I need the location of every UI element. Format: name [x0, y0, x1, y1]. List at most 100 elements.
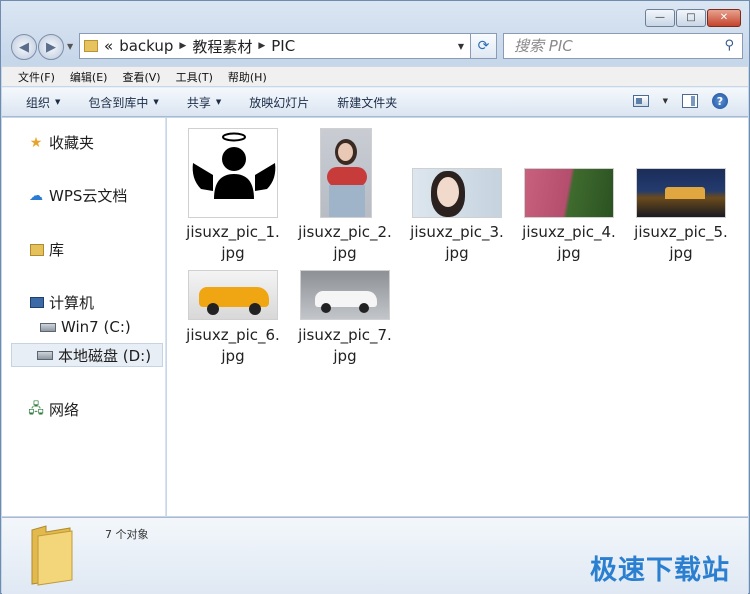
folder-icon [84, 40, 98, 52]
image-thumbnail [412, 168, 502, 218]
network-icon: 🖧 [28, 400, 44, 417]
watermark-logo: 极速下载站 [590, 555, 730, 586]
include-in-library-label: 包含到库中 [88, 95, 149, 110]
refresh-button[interactable]: ⟳ [471, 33, 497, 59]
address-dropdown-icon[interactable]: ▼ [458, 42, 464, 51]
file-ext-line: jpg [221, 244, 245, 262]
file-name: jisuxz_pic_3. jpg [407, 222, 507, 264]
preview-pane-icon[interactable] [682, 94, 698, 108]
nav-libraries[interactable]: 库 [30, 239, 64, 260]
address-bar[interactable]: « backup ▶ 教程素材 ▶ PIC ▼ [79, 33, 471, 59]
nav-favorites-label: 收藏夹 [49, 134, 95, 152]
nav-favorites[interactable]: ★ 收藏夹 [28, 132, 94, 153]
search-input[interactable] [514, 37, 714, 55]
breadcrumb-separator-icon[interactable]: ▶ [179, 41, 186, 51]
search-box: ⚲ [503, 33, 743, 59]
file-list: jisuxz_pic_1. jpg jisuxz_pic_2. jpg jisu… [167, 118, 748, 516]
file-item[interactable]: jisuxz_pic_7. jpg [295, 270, 395, 380]
search-icon[interactable]: ⚲ [724, 38, 734, 53]
breadcrumb-tutorial[interactable]: 教程素材 [192, 36, 252, 57]
file-item[interactable]: jisuxz_pic_6. jpg [183, 270, 283, 380]
menu-help[interactable]: 帮助(H) [228, 69, 267, 85]
photo-wheel [207, 303, 219, 315]
file-ext-line: jpg [333, 244, 357, 262]
cloud-icon: ☁ [29, 187, 43, 204]
photo-castle [665, 187, 705, 199]
change-view-icon[interactable] [632, 95, 649, 107]
nav-network[interactable]: 🖧 网络 [28, 399, 79, 420]
help-icon[interactable]: ? [712, 93, 728, 109]
recent-pages-dropdown[interactable]: ▼ [67, 42, 73, 51]
slideshow-button[interactable]: 放映幻灯片 [249, 94, 309, 111]
computer-icon [30, 297, 44, 308]
nav-drive-d[interactable]: 本地磁盘 (D:) [11, 343, 163, 367]
menu-tools[interactable]: 工具(T) [176, 69, 213, 85]
file-name-line: jisuxz_pic_5. [634, 223, 728, 241]
menu-bar: 文件(F) 编辑(E) 查看(V) 工具(T) 帮助(H) [2, 66, 748, 86]
file-name: jisuxz_pic_4. jpg [519, 222, 619, 264]
new-folder-button[interactable]: 新建文件夹 [337, 94, 397, 111]
file-ext-line: jpg [557, 244, 581, 262]
nav-drive-d-label: 本地磁盘 (D:) [58, 346, 152, 365]
maximize-icon: □ [686, 12, 696, 23]
navigation-pane: ★ 收藏夹 ☁ WPS云文档 库 计算机 Win7 (C:) 本地磁盘 (D:)… [2, 118, 166, 516]
folder-icon [31, 525, 73, 586]
nav-drive-c[interactable]: Win7 (C:) [40, 318, 131, 336]
file-name-line: jisuxz_pic_6. [186, 326, 280, 344]
file-ext-line: jpg [333, 347, 357, 365]
file-name: jisuxz_pic_6. jpg [183, 325, 283, 367]
file-item[interactable]: jisuxz_pic_1. jpg [183, 126, 283, 266]
command-bar: 组织 ▼ 包含到库中 ▼ 共享 ▼ 放映幻灯片 新建文件夹 ▼ ? [2, 87, 748, 117]
breadcrumb-separator-icon[interactable]: ▶ [258, 41, 265, 51]
menu-file[interactable]: 文件(F) [18, 69, 55, 85]
file-name: jisuxz_pic_1. jpg [183, 222, 283, 264]
star-icon: ★ [29, 134, 43, 151]
include-in-library-button[interactable]: 包含到库中 ▼ [88, 94, 158, 111]
image-thumbnail [524, 168, 614, 218]
arrow-right-icon: ▶ [46, 39, 56, 55]
photo-background [329, 185, 365, 217]
file-name-line: jisuxz_pic_2. [298, 223, 392, 241]
file-item[interactable]: jisuxz_pic_5. jpg [631, 126, 731, 266]
share-button[interactable]: 共享 ▼ [187, 94, 221, 111]
nav-computer[interactable]: 计算机 [30, 292, 94, 313]
chevron-down-icon: ▼ [215, 98, 222, 106]
file-name-line: jisuxz_pic_1. [186, 223, 280, 241]
file-item[interactable]: jisuxz_pic_2. jpg [295, 126, 395, 266]
nav-wps-cloud[interactable]: ☁ WPS云文档 [28, 185, 127, 206]
nav-libraries-label: 库 [49, 241, 65, 259]
image-thumbnail [320, 128, 372, 218]
minimize-button[interactable]: — [645, 9, 675, 27]
breadcrumb-overflow[interactable]: « [104, 37, 113, 55]
forward-button[interactable]: ▶ [38, 34, 64, 60]
item-count: 7 个对象 [105, 528, 149, 541]
image-thumbnail [188, 270, 278, 320]
back-button[interactable]: ◀ [11, 34, 37, 60]
breadcrumb-backup[interactable]: backup [119, 37, 173, 55]
chevron-down-icon: ▼ [55, 98, 61, 106]
image-thumbnail [188, 128, 278, 218]
organize-label: 组织 [26, 95, 51, 110]
photo-dress [327, 167, 367, 187]
file-ext-line: jpg [221, 347, 245, 365]
chevron-down-icon: ▼ [153, 98, 159, 106]
breadcrumb-pic[interactable]: PIC [271, 37, 295, 55]
nav-network-label: 网络 [49, 401, 80, 419]
file-name: jisuxz_pic_5. jpg [631, 222, 731, 264]
nav-computer-label: 计算机 [49, 294, 95, 312]
library-icon [30, 243, 44, 256]
file-item[interactable]: jisuxz_pic_4. jpg [519, 126, 619, 266]
view-options-dropdown-icon[interactable]: ▼ [663, 97, 668, 105]
photo-face [338, 143, 353, 161]
maximize-button[interactable]: □ [676, 9, 706, 27]
menu-view[interactable]: 查看(V) [122, 69, 160, 85]
refresh-icon: ⟳ [477, 38, 490, 54]
image-thumbnail [636, 168, 726, 218]
file-item[interactable]: jisuxz_pic_3. jpg [407, 126, 507, 266]
drive-icon [40, 322, 56, 332]
organize-button[interactable]: 组织 ▼ [26, 94, 60, 111]
image-thumbnail [300, 270, 390, 320]
close-button[interactable]: ✕ [707, 9, 741, 27]
file-ext-line: jpg [445, 244, 469, 262]
menu-edit[interactable]: 编辑(E) [70, 69, 108, 85]
